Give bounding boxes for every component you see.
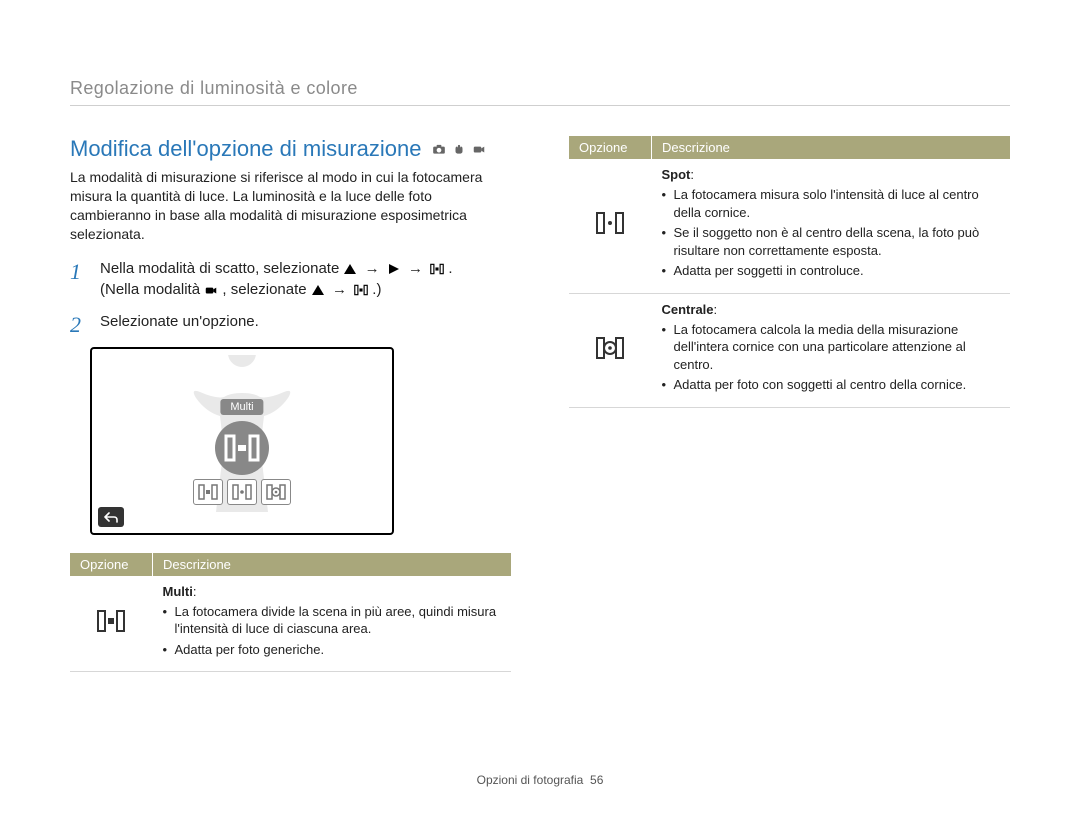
screenshot-mode-label: Multi	[220, 399, 263, 415]
video-mode-icon	[472, 143, 486, 155]
option-title: Multi	[163, 584, 193, 599]
options-table-left: Opzione Descrizione Multi: La fotocamera…	[70, 553, 511, 673]
steps-list: Nella modalità di scatto, selezionate → …	[70, 258, 511, 333]
options-table-right: Opzione Descrizione Spot: La fotocamera …	[569, 136, 1010, 408]
bullet: Se il soggetto non è al centro della sce…	[662, 224, 1001, 259]
option-multi-desc: Multi: La fotocamera divide la scena in …	[153, 576, 512, 672]
mode-icons	[432, 143, 486, 155]
left-column: Modifica dell'opzione di misurazione La …	[70, 136, 511, 672]
selected-mode-circle	[215, 421, 269, 475]
table-row: Centrale: La fotocamera calcola la media…	[569, 293, 1010, 407]
metering-multi-icon	[354, 284, 368, 296]
page-footer: Opzioni di fotografia 56	[0, 773, 1080, 787]
step1-alt-prefix: (Nella modalità	[100, 281, 204, 298]
footer-label: Opzioni di fotografia	[477, 773, 584, 787]
step-1: Nella modalità di scatto, selezionate → …	[70, 258, 511, 302]
colon: :	[690, 167, 694, 182]
bullet: La fotocamera calcola la media della mis…	[662, 321, 1001, 374]
mode-center-option[interactable]	[261, 479, 291, 505]
bullet: Adatta per foto con soggetti al centro d…	[662, 376, 1001, 394]
mode-multi-option[interactable]	[193, 479, 223, 505]
option-spot-desc: Spot: La fotocamera misura solo l'intens…	[652, 159, 1011, 293]
hand-mode-icon	[452, 143, 466, 155]
mode-option-row	[193, 479, 291, 505]
step1-alt-suffix: .)	[372, 281, 381, 298]
th-option: Opzione	[569, 136, 652, 159]
video-mode-icon	[204, 284, 218, 296]
back-button[interactable]	[98, 507, 124, 527]
title-text: Modifica dell'opzione di misurazione	[70, 136, 422, 162]
right-column: Opzione Descrizione Spot: La fotocamera …	[569, 136, 1010, 672]
camera-mode-icon	[432, 143, 446, 155]
colon: :	[714, 302, 718, 317]
step1-prefix: Nella modalità di scatto, selezionate	[100, 260, 343, 277]
bullet: Adatta per soggetti in controluce.	[662, 262, 1001, 280]
page-title: Modifica dell'opzione di misurazione	[70, 136, 511, 162]
arrow-icon: →	[329, 281, 350, 298]
option-center-icon	[569, 293, 652, 407]
th-option: Opzione	[70, 553, 153, 576]
page: Regolazione di luminosità e colore Modif…	[0, 0, 1080, 815]
step-2: Selezionate un'opzione.	[70, 311, 511, 333]
colon: :	[193, 584, 197, 599]
content-columns: Modifica dell'opzione di misurazione La …	[70, 136, 1010, 672]
option-title: Spot	[662, 167, 691, 182]
bullet: La fotocamera misura solo l'intensità di…	[662, 186, 1001, 221]
section-header: Regolazione di luminosità e colore	[70, 78, 1010, 106]
th-description: Descrizione	[652, 136, 1011, 159]
option-multi-icon	[70, 576, 153, 672]
footer-page-number: 56	[590, 773, 603, 787]
metering-multi-icon	[430, 263, 444, 275]
arrow-icon: →	[362, 260, 383, 277]
table-row: Multi: La fotocamera divide la scena in …	[70, 576, 511, 672]
step1-alt-mid: , selezionate	[222, 281, 310, 298]
up-triangle-icon	[343, 263, 357, 275]
option-title: Centrale	[662, 302, 714, 317]
bullet: Adatta per foto generiche.	[163, 641, 502, 659]
option-spot-icon	[569, 159, 652, 293]
up-triangle-icon	[311, 284, 325, 296]
bullet: La fotocamera divide la scena in più are…	[163, 603, 502, 638]
option-center-desc: Centrale: La fotocamera calcola la media…	[652, 293, 1011, 407]
intro-text: La modalità di misurazione si riferisce …	[70, 168, 511, 244]
step1-suffix: .	[448, 260, 452, 277]
camera-screenshot: Multi	[90, 347, 394, 535]
right-triangle-icon	[387, 263, 401, 275]
th-description: Descrizione	[153, 553, 512, 576]
table-row: Spot: La fotocamera misura solo l'intens…	[569, 159, 1010, 293]
arrow-icon: →	[405, 260, 426, 277]
mode-spot-option[interactable]	[227, 479, 257, 505]
